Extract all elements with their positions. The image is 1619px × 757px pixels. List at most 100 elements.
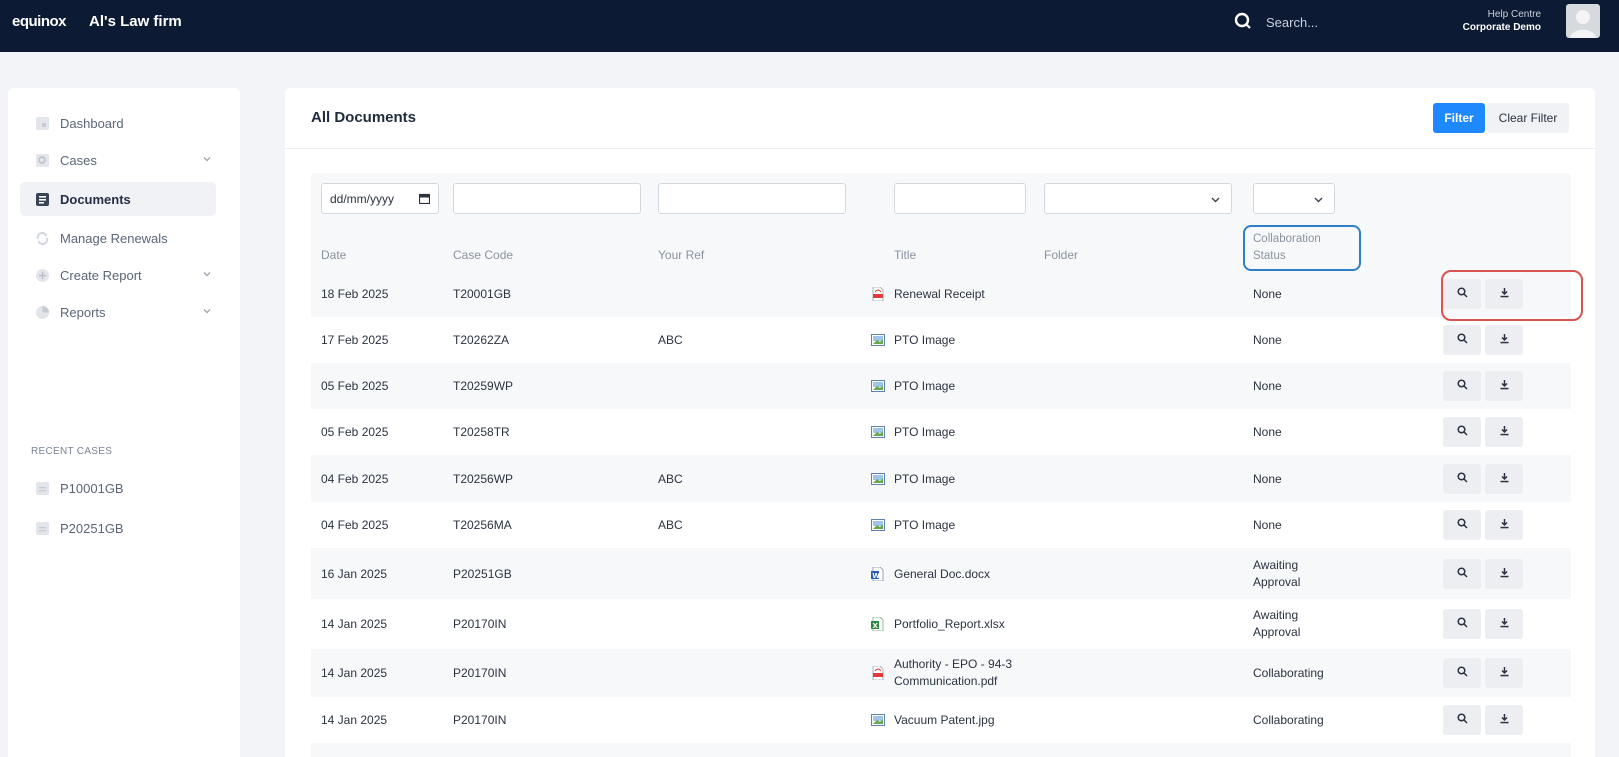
search-icon	[1456, 472, 1468, 486]
cell-title[interactable]: PTO Image	[894, 518, 955, 532]
cell-status: None	[1253, 333, 1282, 347]
cell-status: Awaiting Approval	[1253, 607, 1300, 641]
cell-case-code[interactable]: T20001GB	[453, 287, 511, 301]
title-filter-input[interactable]	[894, 183, 1026, 214]
search-icon	[1456, 666, 1468, 680]
help-centre-link[interactable]: Help Centre	[1488, 9, 1541, 20]
view-document-button[interactable]	[1443, 609, 1481, 639]
download-button[interactable]	[1485, 371, 1523, 401]
download-button[interactable]	[1485, 325, 1523, 355]
table-row[interactable]: 14 Jan 2025 P20170IN X Portfolio_Report.…	[311, 599, 1571, 649]
recent-case-label: P10001GB	[60, 480, 124, 496]
download-button[interactable]	[1485, 705, 1523, 735]
search-input[interactable]	[1266, 11, 1406, 33]
image-file-icon	[871, 472, 885, 486]
app-logo[interactable]: equinox	[12, 13, 67, 30]
filter-button[interactable]: Filter	[1433, 103, 1485, 133]
cell-title[interactable]: General Doc.docx	[894, 567, 990, 581]
image-file-icon	[871, 333, 885, 347]
column-header-folder[interactable]: Folder	[1044, 248, 1078, 262]
download-button[interactable]	[1485, 464, 1523, 494]
cell-status: None	[1253, 379, 1282, 393]
recent-case-item[interactable]: P20251GB	[20, 511, 216, 545]
sidebar-item-label: Documents	[60, 191, 131, 207]
cell-case-code[interactable]: P20170IN	[453, 617, 506, 631]
cell-your-ref: ABC	[658, 333, 683, 347]
calendar-icon[interactable]	[419, 193, 430, 204]
column-header-case-code[interactable]: Case Code	[453, 248, 513, 262]
cell-case-code[interactable]: T20258TR	[453, 425, 510, 439]
cases-icon	[36, 153, 49, 167]
folder-filter-select[interactable]	[1044, 183, 1232, 214]
cell-title[interactable]: Authority - EPO - 94-3 Communication.pdf	[894, 656, 1012, 690]
clear-filter-button[interactable]: Clear Filter	[1487, 103, 1569, 133]
table-row[interactable]: 14 Jan 2025 P20170IN Authority - EPO - 9…	[311, 649, 1571, 697]
download-button[interactable]	[1485, 609, 1523, 639]
cell-title[interactable]: Renewal Receipt	[894, 287, 985, 301]
cell-case-code[interactable]: T20256MA	[453, 518, 512, 532]
cell-case-code[interactable]: T20256WP	[453, 472, 513, 486]
cell-date: 14 Jan 2025	[321, 617, 388, 631]
sidebar-item-reports[interactable]: Reports	[20, 295, 216, 329]
cell-case-code[interactable]: P20251GB	[453, 567, 512, 581]
cell-case-code[interactable]: T20259WP	[453, 379, 513, 393]
table-row[interactable]: 18 Feb 2025 T20001GB Renewal Receipt Non…	[311, 270, 1571, 317]
recent-case-label: P20251GB	[60, 520, 124, 536]
image-file-icon	[871, 425, 885, 439]
download-button[interactable]	[1485, 559, 1523, 589]
avatar[interactable]	[1566, 4, 1600, 38]
table-row[interactable]: 05 Feb 2025 T20258TR PTO Image None	[311, 409, 1571, 455]
cell-status: None	[1253, 518, 1282, 532]
user-name[interactable]: Corporate Demo	[1463, 22, 1541, 33]
cell-title[interactable]: Portfolio_Report.xlsx	[894, 617, 1005, 631]
column-header-your-ref[interactable]: Your Ref	[658, 248, 704, 262]
column-header-date[interactable]: Date	[321, 248, 346, 262]
cell-title[interactable]: Vacuum Patent.jpg	[894, 713, 995, 727]
date-filter-input[interactable]: dd/mm/yyyy	[321, 183, 439, 214]
table-row[interactable]: 16 Jan 2025 P20251GB W General Doc.docx …	[311, 548, 1571, 599]
cell-case-code[interactable]: T20262ZA	[453, 333, 509, 347]
view-document-button[interactable]	[1443, 417, 1481, 447]
table-row[interactable]: 14 Jan 2025 P20170IN Vacuum Patent.jpg C…	[311, 697, 1571, 743]
table-row[interactable]: 04 Feb 2025 T20256MA ABC PTO Image None	[311, 502, 1571, 548]
view-document-button[interactable]	[1443, 705, 1481, 735]
cell-title[interactable]: PTO Image	[894, 425, 955, 439]
case-code-filter-input[interactable]	[453, 183, 641, 214]
view-document-button[interactable]	[1443, 658, 1481, 688]
status-line1: Awaiting	[1253, 608, 1299, 622]
svg-text:W: W	[872, 572, 880, 580]
your-ref-filter-input[interactable]	[658, 183, 846, 214]
download-icon	[1499, 472, 1510, 486]
sidebar-item-documents[interactable]: Documents	[20, 182, 216, 216]
download-button[interactable]	[1485, 510, 1523, 540]
search-icon[interactable]	[1234, 12, 1252, 35]
column-header-title[interactable]: Title	[894, 248, 916, 262]
sidebar-item-cases[interactable]: Cases	[20, 143, 216, 177]
table-row[interactable]: 17 Feb 2025 T20262ZA ABC PTO Image None	[311, 317, 1571, 363]
highlight-box-collaboration	[1243, 225, 1361, 271]
cell-title[interactable]: PTO Image	[894, 472, 955, 486]
download-button[interactable]	[1485, 417, 1523, 447]
cell-title[interactable]: PTO Image	[894, 379, 955, 393]
view-document-button[interactable]	[1443, 325, 1481, 355]
sidebar-item-manage-renewals[interactable]: Manage Renewals	[20, 221, 216, 255]
sidebar-item-dashboard[interactable]: Dashboard	[20, 106, 216, 140]
table-row[interactable]: 05 Feb 2025 T20259WP PTO Image None	[311, 363, 1571, 409]
sidebar-item-create-report[interactable]: Create Report	[20, 258, 216, 292]
collaboration-status-filter-select[interactable]	[1253, 183, 1335, 214]
cell-case-code[interactable]: P20170IN	[453, 713, 506, 727]
cell-title[interactable]: PTO Image	[894, 333, 955, 347]
table-row[interactable]: 04 Feb 2025 T20256WP ABC PTO Image None	[311, 455, 1571, 502]
chevron-down-icon	[203, 309, 211, 314]
word-file-icon: W	[871, 566, 885, 582]
view-document-button[interactable]	[1443, 559, 1481, 589]
recent-case-item[interactable]: P10001GB	[20, 471, 216, 505]
cell-case-code[interactable]: P20170IN	[453, 666, 506, 680]
view-document-button[interactable]	[1443, 464, 1481, 494]
pdf-file-icon	[871, 665, 885, 681]
view-document-button[interactable]	[1443, 510, 1481, 540]
download-icon	[1499, 666, 1510, 680]
view-document-button[interactable]	[1443, 371, 1481, 401]
search-icon	[1456, 379, 1468, 393]
download-button[interactable]	[1485, 658, 1523, 688]
